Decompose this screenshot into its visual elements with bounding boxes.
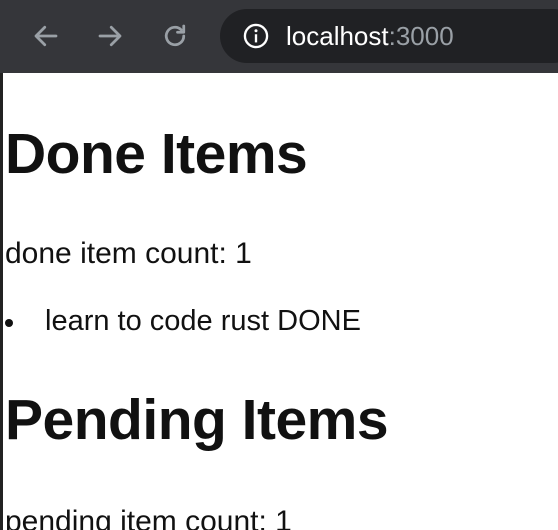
list-item: learn to code rust DONE	[3, 305, 361, 338]
pending-item-count: pending item count: 1	[5, 505, 292, 530]
url-host: localhost	[286, 21, 389, 51]
forward-button[interactable]	[92, 18, 128, 54]
address-bar[interactable]: localhost:3000	[220, 9, 558, 63]
bullet-icon	[5, 319, 13, 327]
back-button[interactable]	[28, 18, 64, 54]
reload-button[interactable]	[157, 18, 193, 54]
browser-toolbar: localhost:3000	[0, 0, 558, 73]
url-text[interactable]: localhost:3000	[286, 21, 454, 51]
done-items-heading: Done Items	[5, 122, 308, 186]
info-icon[interactable]	[242, 22, 270, 50]
done-item-count: done item count: 1	[5, 237, 252, 270]
page-content: Done Items done item count: 1 learn to c…	[0, 73, 558, 530]
url-port: :3000	[388, 21, 454, 51]
arrow-right-icon	[98, 25, 122, 47]
list-item-label: learn to code rust DONE	[45, 305, 361, 337]
reload-icon	[164, 24, 186, 47]
pending-items-heading: Pending Items	[5, 388, 389, 452]
done-items-list: learn to code rust DONE	[3, 305, 361, 338]
arrow-left-icon	[34, 25, 58, 47]
